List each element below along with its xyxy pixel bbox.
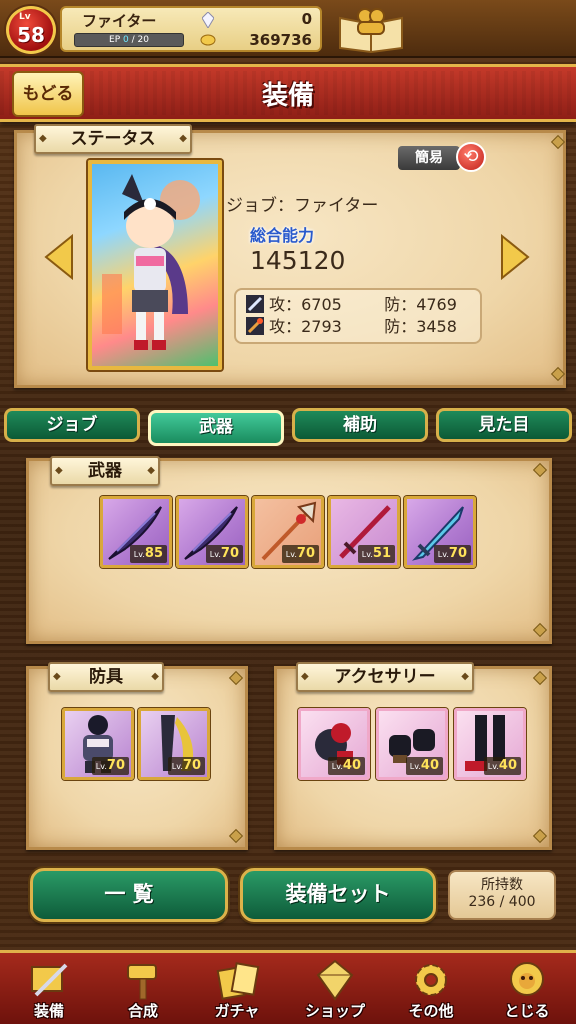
- bottom-nav: 装備 合成 ガチャ ショップ その他 とじる: [0, 950, 576, 1024]
- corner-ornament: [550, 366, 566, 382]
- magic-stat-row: 攻：2793 防：3458: [246, 316, 457, 338]
- nav-synthesis[interactable]: 合成: [98, 957, 188, 1023]
- item-level-badge: Lv.40: [483, 757, 521, 775]
- armor-slot-2[interactable]: Lv.70: [138, 708, 210, 780]
- item-level-badge: Lv.40: [405, 757, 443, 775]
- corner-ornament: [532, 670, 548, 686]
- item-level-badge: Lv.70: [91, 757, 129, 775]
- corner-ornament: [532, 462, 548, 478]
- character-sprite-icon: [102, 174, 200, 350]
- prev-character-arrow-icon[interactable]: [44, 234, 74, 280]
- nav-close[interactable]: とじる: [482, 957, 572, 1023]
- level-badge: Lv 58: [6, 6, 56, 54]
- job-line: ジョブ：ファイター: [226, 196, 379, 216]
- crystal-shop-icon: [316, 959, 354, 1001]
- weapon-slot-2[interactable]: Lv.70: [176, 496, 248, 568]
- item-level-badge: Lv.70: [281, 545, 319, 563]
- armor-tag: 防具: [48, 662, 164, 692]
- player-name: ファイター: [82, 12, 157, 30]
- staff-icon: [246, 317, 264, 335]
- corner-ornament: [550, 134, 566, 150]
- tab-support[interactable]: 補助: [292, 408, 428, 442]
- hammer-icon: [127, 964, 157, 1000]
- weapon-slot-5[interactable]: Lv.70: [404, 496, 476, 568]
- corner-ornament: [532, 622, 548, 638]
- tab-job[interactable]: ジョブ: [4, 408, 140, 442]
- item-level-badge: Lv.85: [129, 545, 167, 563]
- character-portrait: [88, 160, 222, 370]
- simple-view-label: 簡易: [398, 146, 460, 170]
- item-level-badge: Lv.70: [205, 545, 243, 563]
- weapon-slot-1[interactable]: Lv.85: [100, 496, 172, 568]
- accessory-tag: アクセサリー: [296, 662, 474, 692]
- armor-slot-1[interactable]: Lv.70: [62, 708, 134, 780]
- nav-other[interactable]: その他: [386, 957, 476, 1023]
- armor-panel: [26, 666, 248, 850]
- nav-label: とじる: [504, 1002, 550, 1020]
- gem-count: 0: [301, 10, 312, 28]
- gem-icon: [202, 12, 214, 28]
- refresh-icon: ⟲: [456, 142, 486, 172]
- gear-icon: [415, 964, 447, 996]
- player-info-panel: ファイター EP 0 / 20 0 369736: [60, 6, 322, 52]
- ep-max: / 20: [131, 35, 149, 45]
- equipment-set-button[interactable]: 装備セット: [240, 868, 436, 922]
- item-level-badge: Lv.70: [167, 757, 205, 775]
- list-button[interactable]: 一 覧: [30, 868, 228, 922]
- owned-value: 236 / 400: [468, 894, 536, 910]
- nav-label: 装備: [33, 1002, 64, 1020]
- corner-ornament: [228, 670, 244, 686]
- player-status-bar: Lv 58 ファイター EP 0 / 20 0 369736: [0, 0, 576, 58]
- nav-shop[interactable]: ショップ: [290, 957, 380, 1023]
- owned-label: 所持数: [481, 877, 523, 893]
- weapon-tag: 武器: [50, 456, 160, 486]
- page-title: 装備: [261, 81, 314, 111]
- ep-bar: EP 0 / 20: [74, 33, 184, 47]
- close-lion-icon: [510, 962, 544, 996]
- nav-label: ショップ: [304, 1002, 365, 1020]
- item-level-badge: Lv.40: [327, 757, 365, 775]
- level-prefix: Lv: [19, 12, 31, 22]
- nav-label: 合成: [127, 1002, 158, 1020]
- sword-icon: [246, 295, 264, 313]
- player-level: 58: [17, 23, 45, 47]
- corner-ornament: [532, 828, 548, 844]
- gold-count: 369736: [249, 31, 312, 49]
- physical-stat-row: 攻：6705 防：4769: [246, 294, 457, 316]
- nav-label: その他: [408, 1002, 454, 1020]
- physical-attack: 攻：6705: [269, 295, 342, 314]
- attack-defense-box: 攻：6705 防：4769 攻：2793 防：3458: [234, 288, 482, 344]
- equipment-icon: [31, 963, 68, 997]
- accessory-slot-1[interactable]: Lv.40: [298, 708, 370, 780]
- weapon-slot-4[interactable]: Lv.51: [328, 496, 400, 568]
- magic-attack: 攻：2793: [269, 317, 342, 336]
- status-tag: ステータス: [34, 124, 192, 154]
- title-banner: もどる 装備: [0, 64, 576, 122]
- total-power-value: 145120: [250, 246, 346, 275]
- ep-label: EP: [109, 35, 121, 45]
- corner-ornament: [228, 828, 244, 844]
- magic-defense: 防：3458: [384, 317, 457, 336]
- nav-equipment[interactable]: 装備: [4, 957, 94, 1023]
- gold-coin-icon: [200, 34, 216, 46]
- accessory-slot-3[interactable]: Lv.40: [454, 708, 526, 780]
- owned-count-box: 所持数 236 / 400: [448, 870, 556, 920]
- tab-appearance[interactable]: 見た目: [436, 408, 572, 442]
- friends-book-icon[interactable]: [336, 4, 406, 54]
- total-power-label: 総合能力: [250, 226, 315, 245]
- nav-gacha[interactable]: ガチャ: [192, 957, 282, 1023]
- gacha-icon: [216, 962, 260, 1000]
- simple-view-toggle[interactable]: 簡易 ⟲: [398, 142, 488, 172]
- tab-weapon[interactable]: 武器: [148, 410, 284, 446]
- ep-current: 0: [123, 35, 129, 45]
- weapon-slot-3[interactable]: Lv.70: [252, 496, 324, 568]
- accessory-slot-2[interactable]: Lv.40: [376, 708, 448, 780]
- item-level-badge: Lv.70: [433, 545, 471, 563]
- nav-label: ガチャ: [214, 1002, 260, 1020]
- next-character-arrow-icon[interactable]: [500, 234, 530, 280]
- item-level-badge: Lv.51: [357, 545, 395, 563]
- physical-defense: 防：4769: [384, 295, 457, 314]
